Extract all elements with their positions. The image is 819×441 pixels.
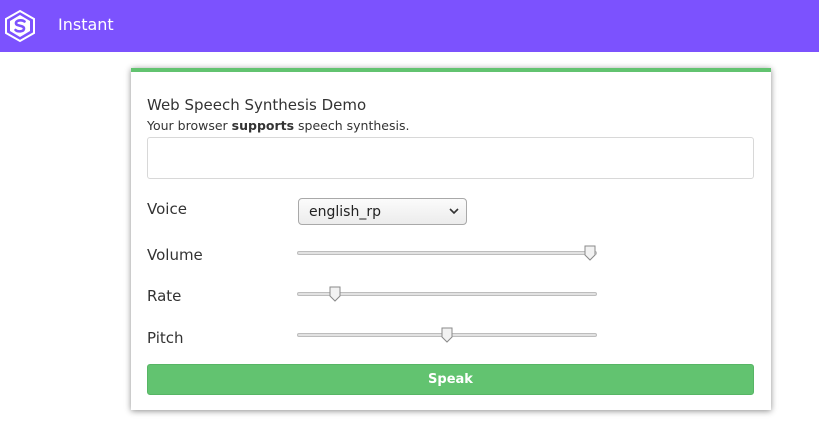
- volume-slider-thumb[interactable]: [584, 245, 596, 261]
- rate-slider-track: [297, 292, 597, 296]
- support-status-suffix: speech synthesis.: [294, 118, 410, 133]
- rate-label: Rate: [147, 287, 182, 305]
- pitch-slider-thumb[interactable]: [441, 327, 453, 343]
- chevron-down-icon: [449, 208, 459, 215]
- speech-text-input[interactable]: [147, 137, 754, 179]
- speak-button[interactable]: Speak: [147, 364, 754, 395]
- support-status-prefix: Your browser: [147, 118, 232, 133]
- voice-label: Voice: [147, 200, 187, 218]
- support-status-text: Your browser supports speech synthesis.: [147, 118, 409, 134]
- speech-synthesis-card: Web Speech Synthesis Demo Your browser s…: [131, 68, 771, 410]
- voice-select-value: english_rp: [309, 204, 381, 220]
- pitch-label: Pitch: [147, 329, 184, 347]
- volume-slider-track: [297, 251, 597, 255]
- volume-slider[interactable]: [297, 245, 597, 261]
- volume-label: Volume: [147, 246, 203, 264]
- rate-slider[interactable]: [297, 286, 597, 302]
- voice-select[interactable]: english_rp: [298, 198, 467, 225]
- hexagon-s-logo-icon[interactable]: [3, 9, 37, 43]
- support-status-bold: supports: [231, 118, 295, 133]
- top-navigation-bar: Instant: [0, 0, 819, 52]
- app-title[interactable]: Instant: [58, 15, 114, 35]
- card-title: Web Speech Synthesis Demo: [147, 96, 367, 114]
- rate-slider-thumb[interactable]: [329, 286, 341, 302]
- pitch-slider[interactable]: [297, 327, 597, 343]
